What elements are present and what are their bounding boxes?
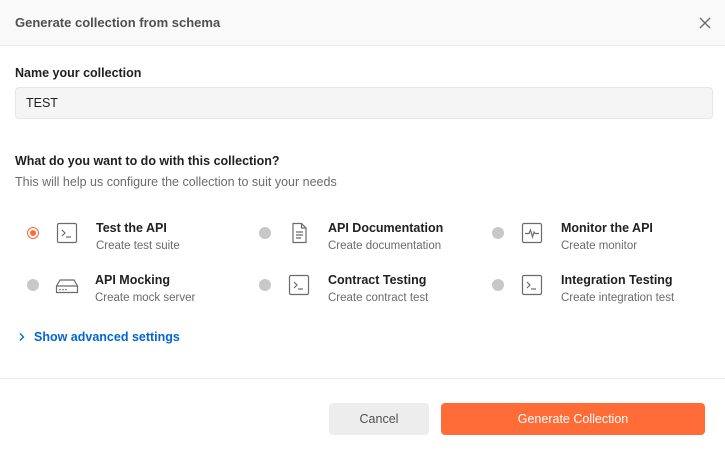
option-contract-testing[interactable]: Contract Testing Create contract test (259, 271, 479, 311)
radio-test-the-api[interactable] (27, 227, 39, 239)
option-title: Contract Testing (328, 273, 427, 287)
show-advanced-settings-label: Show advanced settings (34, 330, 180, 344)
radio-contract-testing[interactable] (259, 279, 271, 291)
show-advanced-settings-toggle[interactable]: Show advanced settings (18, 330, 180, 344)
option-title: API Mocking (95, 273, 171, 287)
option-subtitle: Create documentation (328, 240, 442, 252)
option-integration-testing[interactable]: Integration Testing Create integration t… (492, 271, 712, 311)
option-monitor-the-api[interactable]: Monitor the API Create monitor (492, 219, 712, 259)
collection-name-label: Name your collection (15, 66, 142, 80)
generate-collection-button[interactable]: Generate Collection (441, 403, 705, 435)
footer-divider (0, 378, 725, 379)
dialog-title: Generate collection from schema (15, 15, 221, 30)
option-title: Integration Testing (561, 273, 673, 287)
chevron-right-icon (19, 333, 25, 341)
option-title: Test the API (96, 221, 167, 235)
monitor-pulse-icon (520, 221, 544, 245)
option-subtitle: Create mock server (95, 292, 196, 304)
document-icon (287, 221, 311, 245)
terminal-icon (287, 273, 311, 297)
option-test-the-api[interactable]: Test the API Create test suite (27, 219, 247, 259)
radio-monitor-the-api[interactable] (492, 227, 504, 239)
terminal-icon (520, 273, 544, 297)
terminal-icon (55, 221, 79, 245)
purpose-question: What do you want to do with this collect… (15, 154, 280, 168)
close-icon (699, 17, 711, 29)
option-api-documentation[interactable]: API Documentation Create documentation (259, 219, 479, 259)
cancel-button[interactable]: Cancel (329, 403, 429, 435)
radio-api-documentation[interactable] (259, 227, 271, 239)
option-subtitle: Create test suite (96, 240, 180, 252)
dialog-header: Generate collection from schema (0, 0, 725, 46)
option-subtitle: Create contract test (328, 292, 429, 304)
collection-name-input[interactable] (15, 87, 713, 119)
server-icon (55, 273, 79, 297)
radio-api-mocking[interactable] (27, 279, 39, 291)
close-button[interactable] (694, 12, 716, 34)
option-subtitle: Create monitor (561, 240, 638, 252)
purpose-hint: This will help us configure the collecti… (15, 175, 337, 189)
option-title: API Documentation (328, 221, 444, 235)
option-subtitle: Create integration test (561, 292, 675, 304)
option-title: Monitor the API (561, 221, 653, 235)
option-api-mocking[interactable]: API Mocking Create mock server (27, 271, 247, 311)
radio-integration-testing[interactable] (492, 279, 504, 291)
